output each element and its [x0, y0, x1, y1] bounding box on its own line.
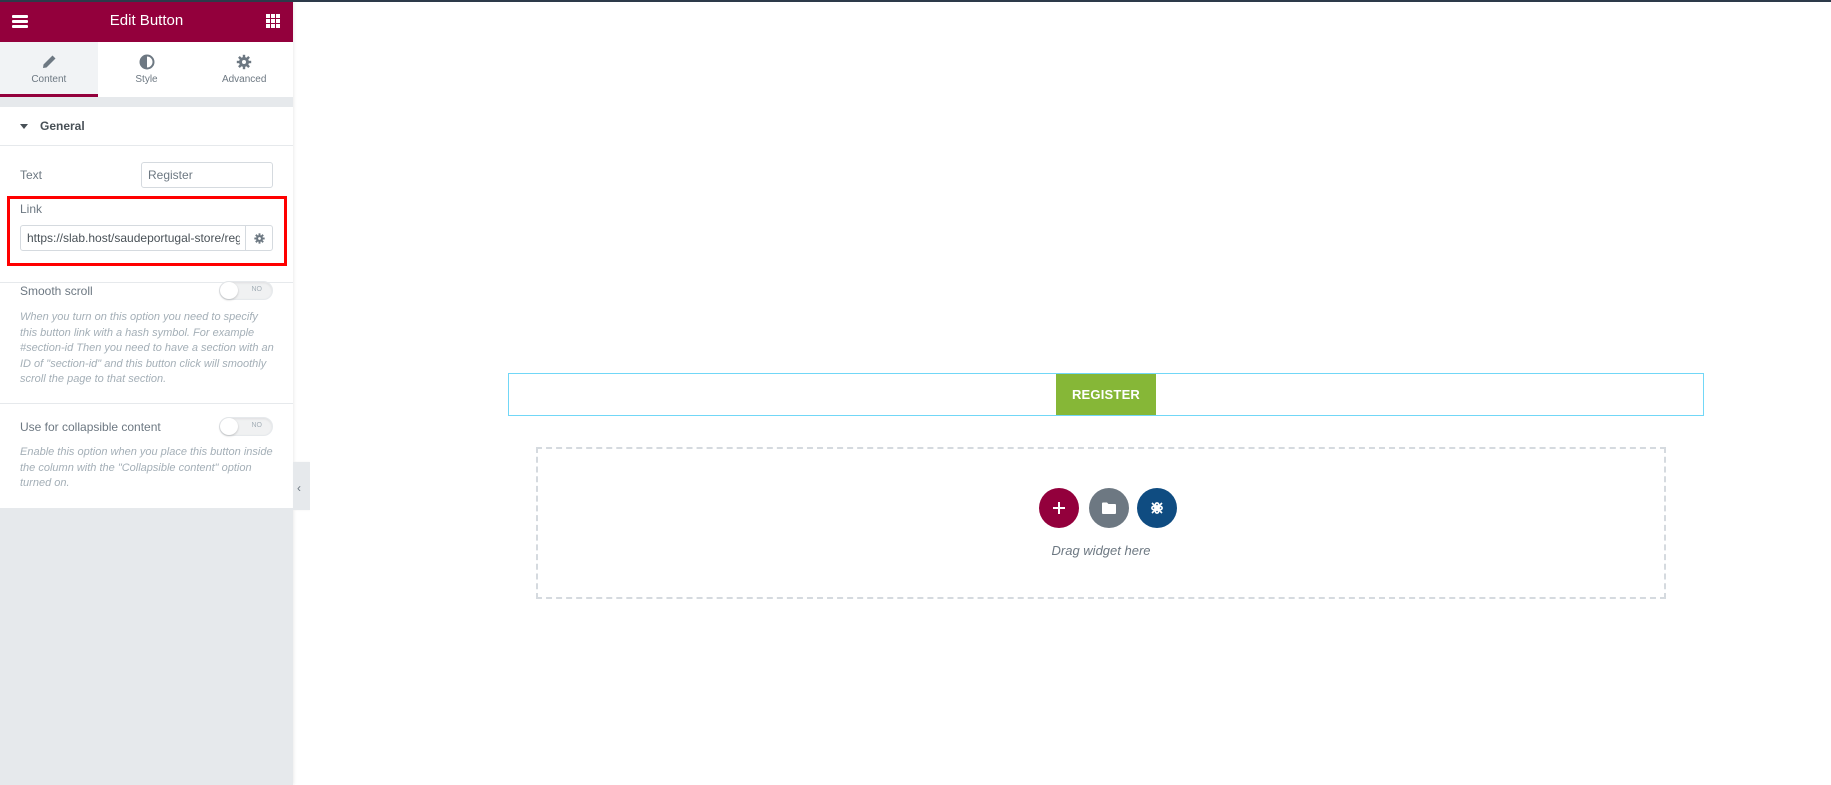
editor-panel: Edit Button Content Style Advanced Gener…	[0, 0, 293, 785]
tab-advanced-label: Advanced	[221, 74, 267, 85]
smooth-scroll-description: When you turn on this option you need to…	[20, 311, 274, 385]
toggle-knob	[220, 282, 238, 299]
section-general-header[interactable]: General	[0, 107, 293, 146]
drag-widget-hint: Drag widget here	[1051, 543, 1151, 558]
register-button[interactable]: REGISTER	[1056, 374, 1156, 415]
collapsible-description: Enable this option when you place this b…	[20, 446, 273, 489]
tab-style-label: Style	[135, 74, 158, 85]
link-field	[20, 225, 273, 251]
top-border	[0, 0, 1831, 2]
caret-down-icon	[20, 124, 28, 129]
section-title: General	[40, 119, 85, 133]
tab-advanced[interactable]: Advanced	[195, 42, 293, 97]
chevron-left-icon: ‹	[297, 481, 301, 495]
tab-content-label: Content	[31, 74, 67, 85]
toggle-state: NO	[251, 286, 263, 293]
tab-style[interactable]: Style	[98, 42, 196, 97]
gear-icon	[236, 54, 252, 70]
collapsible-label: Use for collapsible content	[20, 420, 161, 434]
section-general: General Text Link	[0, 107, 293, 508]
text-input[interactable]	[141, 162, 273, 188]
tab-content[interactable]: Content	[0, 42, 98, 97]
panel-header: Edit Button	[0, 0, 293, 42]
smooth-scroll-label: Smooth scroll	[20, 284, 93, 298]
elementskit-button[interactable]	[1137, 488, 1177, 528]
link-input[interactable]	[21, 226, 246, 250]
folder-icon	[1102, 502, 1116, 514]
elementskit-icon	[1151, 502, 1163, 514]
toggle-state: NO	[251, 422, 263, 429]
text-label: Text	[20, 168, 43, 182]
divider	[0, 403, 293, 404]
gear-icon	[253, 232, 265, 244]
link-label: Link	[20, 202, 43, 216]
link-options-button[interactable]	[245, 226, 272, 250]
plus-icon	[1053, 502, 1065, 514]
grid-icon[interactable]	[266, 14, 280, 28]
toggle-knob	[220, 418, 238, 435]
panel-title: Edit Button	[109, 12, 184, 29]
pencil-icon	[42, 55, 56, 68]
add-template-button[interactable]	[1089, 488, 1129, 528]
panel-collapse-handle[interactable]: ‹	[293, 462, 310, 510]
half-circle-icon	[139, 54, 154, 70]
smooth-scroll-toggle[interactable]: NO	[219, 281, 273, 300]
add-section-button[interactable]	[1039, 488, 1079, 528]
panel-tabs: Content Style Advanced	[0, 42, 293, 97]
collapsible-toggle[interactable]: NO	[219, 417, 273, 436]
